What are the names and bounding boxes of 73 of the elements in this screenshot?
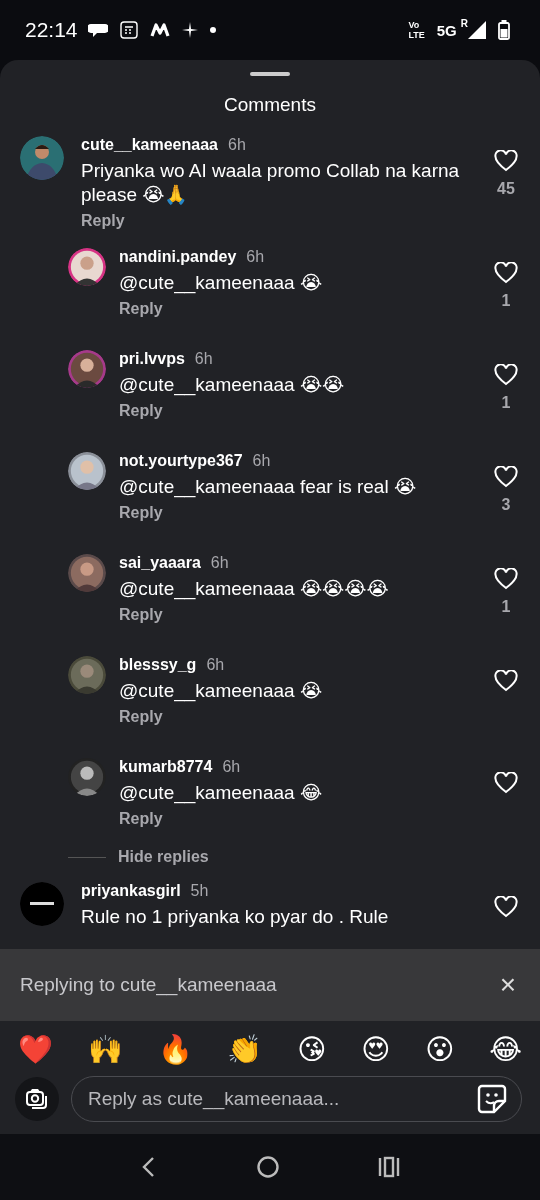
timestamp: 5h [190, 882, 209, 900]
emoji-reaction[interactable]: 😍 [357, 1029, 395, 1070]
camera-icon [25, 1087, 49, 1111]
username[interactable]: kumarb8774 [119, 758, 213, 776]
clock: 22:14 [25, 18, 78, 42]
username[interactable]: pri.lvvps [119, 350, 185, 368]
volte-indicator: Vo LTE [408, 20, 425, 40]
reply-link[interactable]: Reply [119, 708, 163, 726]
username[interactable]: not.yourtype367 [119, 452, 243, 470]
sticker-icon[interactable] [476, 1083, 508, 1115]
emoji-reaction[interactable]: 😮 [421, 1029, 459, 1070]
timestamp: 6h [222, 758, 241, 776]
battery-icon [498, 20, 510, 40]
reply-input-field[interactable]: Reply as cute__kameenaaa... [71, 1076, 522, 1122]
timestamp: 6h [228, 136, 246, 154]
m-logo-icon [149, 23, 170, 37]
timestamp: 6h [206, 656, 225, 674]
heart-icon[interactable] [494, 568, 518, 590]
emoji-reaction[interactable]: ❤ [14, 1029, 57, 1070]
username[interactable]: blesssy_g [119, 656, 197, 674]
camera-button[interactable] [15, 1077, 59, 1121]
like-count: 45 [497, 180, 515, 198]
drag-handle[interactable] [250, 72, 290, 76]
hide-replies-link[interactable]: Hide replies [118, 848, 209, 866]
home-icon[interactable] [256, 1155, 280, 1179]
like-count: 3 [501, 496, 511, 514]
timestamp: 6h [246, 248, 265, 266]
timestamp: 6h [252, 452, 271, 470]
reply-link[interactable]: Reply [119, 300, 163, 318]
timestamp: 6h [210, 554, 229, 572]
recent-apps-icon[interactable] [377, 1155, 402, 1179]
comment-text: @cute__kameenaaa 😭😭😭😭 [119, 577, 390, 601]
emoji-reaction[interactable]: 😂 [485, 1029, 526, 1070]
heart-icon[interactable] [494, 670, 518, 692]
replying-label: Replying to cute__kameenaaa [20, 974, 278, 996]
comment-text: Priyanka wo AI waala promo Collab na karna please 😭🙏 [81, 159, 461, 207]
reply-link[interactable]: Reply [119, 810, 163, 828]
like-count: 1 [501, 292, 511, 310]
heart-icon[interactable] [494, 466, 518, 488]
comment-text: Rule no 1 priyanka ko pyar do . Rule [81, 905, 390, 929]
heart-icon[interactable] [494, 772, 518, 794]
network-type: 5G [436, 21, 457, 39]
calculator-icon [119, 21, 138, 39]
heart-icon[interactable] [494, 364, 518, 386]
heart-icon[interactable] [494, 262, 518, 284]
sheet-title: Comments [223, 94, 317, 116]
reply-link[interactable]: Reply [119, 606, 163, 624]
username[interactable]: nandini.pandey [119, 248, 237, 266]
reply-link[interactable]: Reply [81, 212, 125, 230]
comment-text: @cute__kameenaaa 😂 [119, 781, 324, 805]
username[interactable]: sai_yaaara [119, 554, 201, 572]
emoji-reaction[interactable]: 🔥 [153, 1029, 197, 1070]
comment-text: @cute__kameenaaa fear is real 😭 [119, 475, 418, 499]
roaming-indicator: R [460, 17, 468, 29]
notification-dot-icon [209, 27, 216, 33]
heart-icon[interactable] [494, 896, 518, 918]
heart-icon[interactable] [494, 150, 518, 172]
comment-text: @cute__kameenaaa 😭😭 [119, 373, 346, 397]
emoji-reaction[interactable]: 🙌 [83, 1029, 127, 1070]
reply-link[interactable]: Reply [119, 504, 163, 522]
reply-link[interactable]: Reply [119, 402, 163, 420]
timestamp: 6h [194, 350, 213, 368]
comment-text: @cute__kameenaaa 😭 [119, 679, 324, 703]
emoji-reaction[interactable]: 👏 [223, 1029, 267, 1070]
close-button[interactable]: × [495, 969, 520, 1001]
signal-icon [468, 21, 486, 39]
like-count: 1 [501, 598, 511, 616]
comment-text: @cute__kameenaaa 😭 [119, 271, 324, 295]
like-count: 1 [501, 394, 511, 412]
username[interactable]: cute__kameenaaa [81, 136, 218, 154]
username[interactable]: priyankasgirl [81, 882, 181, 900]
chat-bubble-icon [87, 21, 108, 39]
emoji-reaction[interactable]: 😘 [293, 1029, 331, 1070]
